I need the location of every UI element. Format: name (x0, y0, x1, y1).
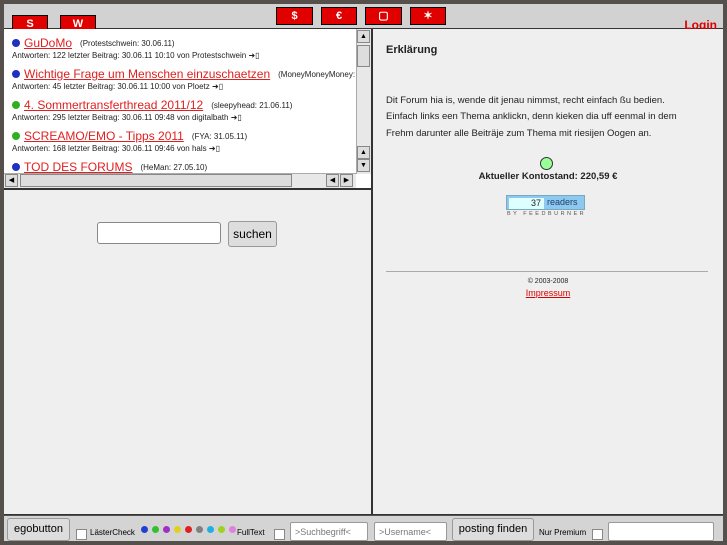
color-dot-icon[interactable] (174, 526, 181, 533)
explanation-line: Einfach links een Thema anklickn, denn k… (386, 111, 677, 123)
search-button[interactable]: suchen (228, 221, 277, 247)
goto-last-icon[interactable]: ➜▯ (212, 82, 223, 91)
topic-list: GuDoMo (Protestschwein: 30.06.11) Antworte… (4, 29, 371, 190)
color-dot-icon[interactable] (207, 526, 214, 533)
account-balance: Aktueller Kontostand: 220,59 € (478, 171, 618, 182)
fulltext-checkbox[interactable] (274, 529, 285, 540)
status-icon (12, 132, 20, 140)
topic-meta: Antworten: 122 letzter Beitrag: 30.06.11… (12, 51, 247, 60)
username-input[interactable]: >Username< (374, 522, 447, 541)
book-icon[interactable]: ▢ (365, 7, 402, 25)
topic-meta: Antworten: 168 letzter Beitrag: 30.06.11… (12, 144, 207, 153)
explanation: Dit Forum hia is, wende dit jenau nimmst… (386, 93, 716, 142)
heading: Erklärung (386, 44, 438, 56)
reader-label: readers (547, 197, 578, 207)
laestercheck-label: LästerCheck (90, 528, 135, 537)
scroll-left-icon[interactable]: ◀ (5, 174, 18, 187)
scroll-up-icon[interactable]: ▲ (357, 30, 370, 43)
search-pane: suchen (4, 190, 371, 515)
laestercheck-checkbox[interactable] (76, 529, 87, 540)
status-icon (12, 39, 20, 47)
scroll-right-icon[interactable]: ▶ (340, 174, 353, 187)
topic-author: (sleepyhead: 21.06.11) (211, 100, 293, 110)
topic-link[interactable]: SCREAMO/EMO - Tipps 2011 (24, 129, 184, 143)
topic-author: (MoneyMoneyMoney: (278, 69, 356, 79)
color-dot-icon[interactable] (229, 526, 236, 533)
divider (386, 271, 708, 272)
topic-author: (HeMan: 27.05.10) (140, 162, 208, 172)
topic-link[interactable]: 4. Sommertransferthread 2011/12 (24, 98, 203, 112)
money-icon[interactable]: $ (276, 7, 313, 25)
horizontal-scrollbar[interactable]: ◀ ◀ ▶ (4, 173, 356, 188)
topic-meta: Antworten: 45 letzter Beitrag: 30.06.11 … (12, 82, 210, 91)
color-dot-icon[interactable] (141, 526, 148, 533)
goto-last-icon[interactable]: ➜▯ (248, 51, 259, 60)
status-icon (12, 70, 20, 78)
bird-icon[interactable]: ✶ (410, 7, 446, 25)
search-input[interactable] (97, 222, 221, 244)
fulltext-label: FullText (237, 528, 265, 537)
reader-count: 37 (509, 198, 544, 209)
topic-item: GuDoMo (Protestschwein: 30.06.11) Antworte… (12, 36, 260, 60)
feedburner-badge[interactable]: 37 readers (506, 195, 585, 210)
scroll-down-icon[interactable]: ▼ (357, 159, 370, 172)
status-icon (12, 163, 20, 171)
scroll-thumb[interactable] (357, 45, 370, 67)
color-dot-icon[interactable] (152, 526, 159, 533)
topic-item: TOD DES FORUMS (HeMan: 27.05.10) (12, 160, 207, 174)
topic-author: (Protestschwein: 30.06.11) (80, 38, 175, 48)
premium-label: Nur Premium (539, 528, 587, 537)
topic-item: Wichtige Frage um Menschen einzuschaetze… (12, 67, 355, 91)
color-dot-icon[interactable] (163, 526, 170, 533)
searchterm-input[interactable]: >Suchbegriff< (290, 522, 368, 541)
impressum-link[interactable]: Impressum (373, 288, 723, 298)
topic-author: (FYA: 31.05.11) (191, 131, 248, 141)
scroll-up-icon[interactable]: ▲ (357, 146, 370, 159)
scroll-left-icon[interactable]: ◀ (326, 174, 339, 187)
shop-icon[interactable]: € (321, 7, 357, 25)
goto-last-icon[interactable]: ➜▯ (231, 113, 242, 122)
premium-checkbox[interactable] (592, 529, 603, 540)
info-pane: Erklärung Dit Forum hia is, wende dit je… (373, 29, 723, 515)
vertical-scrollbar[interactable]: ▲ ▲ ▼ (356, 29, 371, 174)
topic-link[interactable]: GuDoMo (24, 36, 72, 50)
color-dot-icon[interactable] (196, 526, 203, 533)
color-dot-icon[interactable] (218, 526, 225, 533)
scroll-thumb[interactable] (20, 174, 292, 187)
status-icon (12, 101, 20, 109)
explanation-line: Dit Forum hia is, wende dit jenau nimmst… (386, 95, 665, 106)
explanation-line: Frehm darunter alle Beiträje zum Thema m… (386, 127, 652, 139)
extra-input[interactable] (608, 522, 714, 541)
topic-meta: Antworten: 295 letzter Beitrag: 30.06.11… (12, 113, 229, 122)
topic-item: 4. Sommertransferthread 2011/12 (sleepyhe… (12, 98, 292, 122)
bottom-toolbar: egobutton LästerCheck FullText >Suchbegr… (4, 516, 723, 541)
smiley-icon (540, 157, 553, 170)
topic-link[interactable]: Wichtige Frage um Menschen einzuschaetze… (24, 67, 270, 81)
topic-item: SCREAMO/EMO - Tipps 2011 (FYA: 31.05.11) A… (12, 129, 247, 153)
feedburner-label: BY FEEDBURNER (507, 211, 587, 217)
find-posting-button[interactable]: posting finden (452, 518, 534, 541)
goto-last-icon[interactable]: ➜▯ (209, 144, 220, 153)
copyright: © 2003-2008 (527, 278, 569, 285)
top-toolbar: S W $ € ▢ ✶ Login (4, 4, 723, 33)
egobutton[interactable]: egobutton (7, 518, 70, 541)
topic-link[interactable]: TOD DES FORUMS (24, 160, 132, 174)
color-dot-icon[interactable] (185, 526, 192, 533)
